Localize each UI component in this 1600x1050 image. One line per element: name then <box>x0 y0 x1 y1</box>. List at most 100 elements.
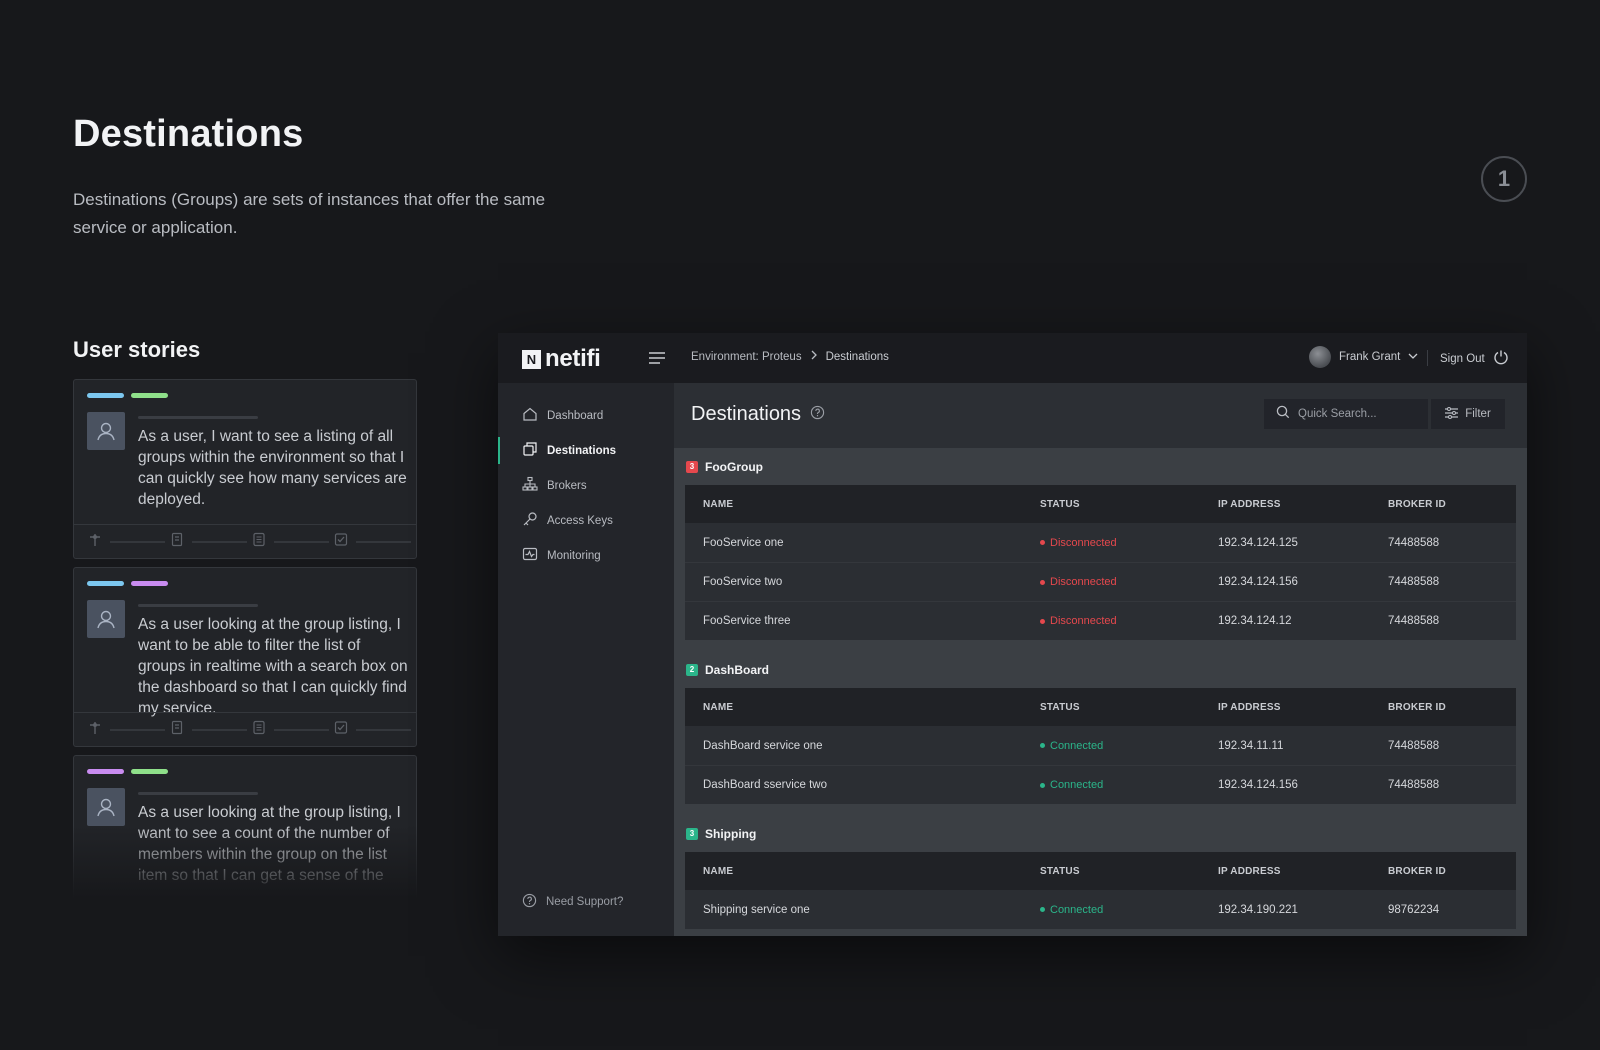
sidebar-item-label: Monitoring <box>547 549 601 562</box>
table-row[interactable]: DashBoard service one Connected 192.34.11.… <box>685 726 1516 765</box>
column-header[interactable]: STATUS <box>1040 499 1218 510</box>
search-input[interactable] <box>1298 408 1418 420</box>
destination-group: 3 FooGroup NAME STATUS IP ADDRESS BROKER ID Fo… <box>685 448 1516 651</box>
quick-search[interactable] <box>1264 399 1428 429</box>
group-separator <box>685 804 1516 815</box>
breadcrumb-environment[interactable]: Environment: Proteus <box>691 351 802 363</box>
service-name: FooService one <box>703 536 784 549</box>
story-footer-item[interactable] <box>88 532 170 552</box>
placeholder-line <box>110 728 165 731</box>
need-support-link[interactable]: Need Support? <box>522 893 623 911</box>
sidebar-item-label: Access Keys <box>547 514 613 527</box>
status-cell: Connected <box>1040 740 1218 752</box>
column-header[interactable]: BROKER ID <box>1388 702 1516 713</box>
service-name: DashBoard service one <box>703 739 823 752</box>
story-footer-item[interactable] <box>88 720 170 740</box>
column-header[interactable]: BROKER ID <box>1388 499 1516 510</box>
help-circle-icon <box>522 893 537 911</box>
status-dot <box>1040 618 1045 624</box>
user-story-card[interactable]: As a user, I want to see a listing of al… <box>73 379 417 559</box>
sidebar-nav: Dashboard Destinations Brokers Access Keys M… <box>498 383 674 573</box>
user-story-card[interactable]: As a user looking at the group listing, … <box>73 755 417 905</box>
story-footer <box>74 524 416 558</box>
user-avatar-icon <box>87 600 125 638</box>
breadcrumb-current: Destinations <box>825 350 889 363</box>
column-header[interactable]: STATUS <box>1040 702 1218 713</box>
breadcrumb: Environment: Proteus Destinations <box>691 350 889 363</box>
column-header[interactable]: NAME <box>685 499 1040 510</box>
ip-address: 192.34.124.156 <box>1218 576 1298 588</box>
status-text: Disconnected <box>1050 536 1117 549</box>
sidebar-item-destinations[interactable]: Destinations <box>498 433 674 468</box>
story-footer-item[interactable] <box>252 532 334 552</box>
filter-label: Filter <box>1465 408 1491 420</box>
group-header[interactable]: 3 FooGroup <box>685 448 1516 485</box>
story-footer <box>74 712 416 746</box>
power-icon <box>1493 349 1509 368</box>
table-row[interactable]: FooService two Disconnected 192.34.124.156… <box>685 562 1516 601</box>
story-tag <box>87 393 124 398</box>
story-footer-item[interactable] <box>334 720 416 740</box>
chevron-down-icon <box>1408 351 1418 363</box>
destinations-icon <box>522 441 538 460</box>
column-header[interactable]: NAME <box>685 866 1040 877</box>
table-row[interactable]: FooService three Disconnected 192.34.124.1… <box>685 601 1516 640</box>
need-support-label: Need Support? <box>546 896 624 908</box>
table-header: NAME STATUS IP ADDRESS BROKER ID <box>685 485 1516 523</box>
story-tags <box>87 581 168 586</box>
group-count-badge: 3 <box>686 460 698 473</box>
user-menu[interactable]: Frank Grant <box>1309 346 1418 368</box>
service-name: Shipping service one <box>703 903 810 916</box>
sidebar-item-dashboard[interactable]: Dashboard <box>498 398 674 433</box>
avatar <box>1309 346 1331 368</box>
main-title: Destinations <box>691 403 825 426</box>
column-header[interactable]: NAME <box>685 702 1040 713</box>
sign-out-button[interactable]: Sign Out <box>1440 349 1509 368</box>
table-row[interactable]: Shipping service one Connected 192.34.190.… <box>685 890 1516 929</box>
user-story-card[interactable]: As a user looking at the group listing, … <box>73 567 417 747</box>
group-table: NAME STATUS IP ADDRESS BROKER ID DashBoard s… <box>685 688 1516 804</box>
story-tag <box>131 581 168 586</box>
story-footer-item[interactable] <box>252 720 334 740</box>
column-header[interactable]: BROKER ID <box>1388 866 1516 877</box>
group-table: NAME STATUS IP ADDRESS BROKER ID FooService … <box>685 485 1516 640</box>
column-header[interactable]: IP ADDRESS <box>1218 499 1388 510</box>
story-footer-item[interactable] <box>170 720 252 740</box>
main-content: Destinations Filter 3FooGroupNAMESTATUSI… <box>674 383 1527 936</box>
checkbox-icon <box>334 720 348 740</box>
group-table: NAME STATUS IP ADDRESS BROKER ID Shipping se… <box>685 852 1516 929</box>
group-header[interactable]: 2 DashBoard <box>685 651 1516 688</box>
help-icon[interactable] <box>810 403 825 426</box>
table-row[interactable]: FooService one Disconnected 192.34.124.125… <box>685 523 1516 562</box>
table-row[interactable]: DashBoard sservice two Connected 192.34.12… <box>685 765 1516 804</box>
story-footer-item[interactable] <box>334 532 416 552</box>
status-cell: Connected <box>1040 904 1218 916</box>
user-stories-list: As a user, I want to see a listing of al… <box>73 379 417 905</box>
step-number-badge: 1 <box>1481 156 1527 202</box>
pin-icon <box>88 720 102 740</box>
status-cell: Connected <box>1040 779 1218 791</box>
column-header[interactable]: STATUS <box>1040 866 1218 877</box>
hamburger-menu-icon[interactable] <box>648 349 666 367</box>
sidebar-item-brokers[interactable]: Brokers <box>498 468 674 503</box>
filter-button[interactable]: Filter <box>1431 399 1505 429</box>
sidebar-item-access-keys[interactable]: Access Keys <box>498 503 674 538</box>
sidebar-item-monitoring[interactable]: Monitoring <box>498 538 674 573</box>
user-name: Frank Grant <box>1339 351 1401 363</box>
placeholder-line <box>110 540 165 543</box>
top-bar: N netifi Environment: Proteus Destinatio… <box>498 333 1527 383</box>
placeholder-line <box>192 540 247 543</box>
column-header[interactable]: IP ADDRESS <box>1218 866 1388 877</box>
broker-id: 74488588 <box>1388 615 1440 627</box>
column-header[interactable]: IP ADDRESS <box>1218 702 1388 713</box>
ip-address: 192.34.124.12 <box>1218 615 1292 627</box>
status-dot <box>1040 907 1045 912</box>
sidebar-item-label: Destinations <box>547 444 617 457</box>
story-tag <box>131 769 168 774</box>
story-footer-item[interactable] <box>170 532 252 552</box>
status-dot <box>1040 782 1045 788</box>
group-header[interactable]: 3 Shipping <box>685 815 1516 852</box>
broker-id: 74488588 <box>1388 779 1440 791</box>
netifi-logo[interactable]: N netifi <box>522 345 601 373</box>
main-header: Destinations Filter <box>674 383 1527 448</box>
